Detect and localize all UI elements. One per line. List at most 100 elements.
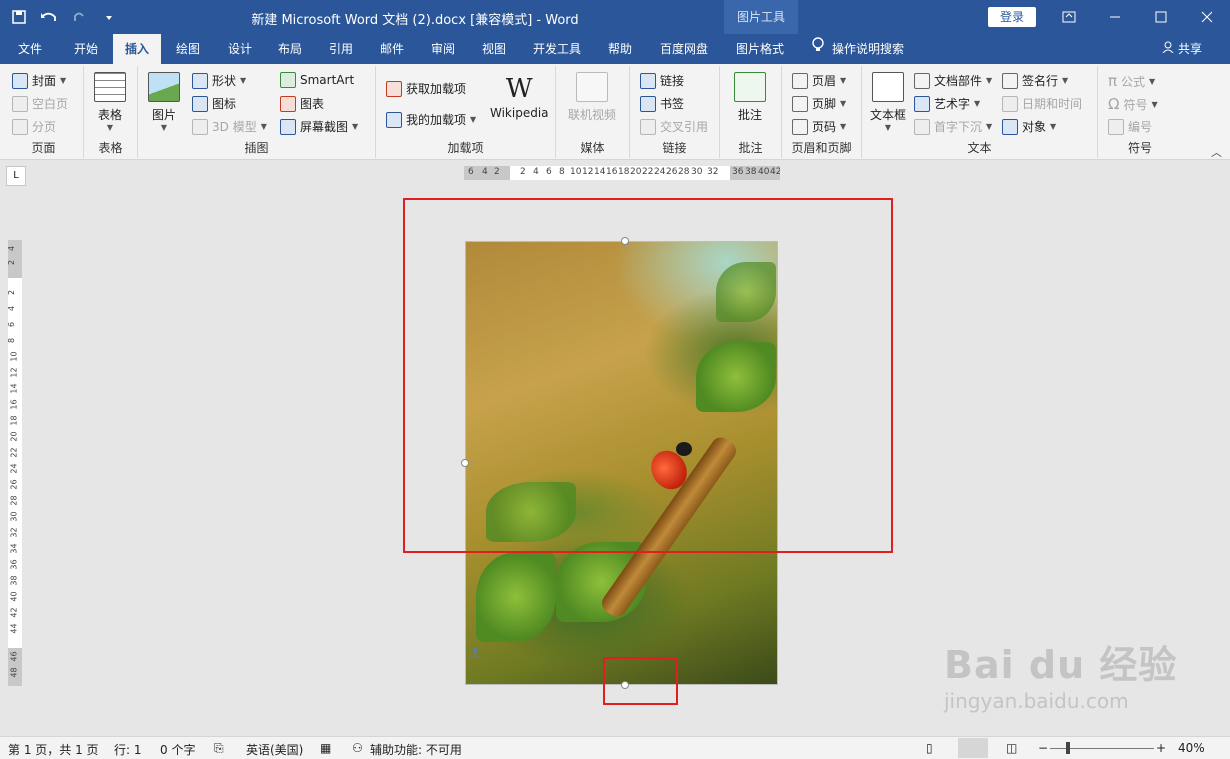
share-button[interactable]: 共享 — [1162, 34, 1202, 64]
my-addins-button[interactable]: 我的加载项 ▼ — [386, 111, 476, 128]
zoom-out-button[interactable]: − — [1038, 741, 1048, 755]
object-button[interactable]: 对象 ▼ — [1002, 118, 1056, 135]
ruler-tick: 2 — [7, 289, 17, 296]
tab-baidu-netdisk[interactable]: 百度网盘 — [650, 34, 718, 64]
chart-button[interactable]: 图表 — [280, 95, 324, 112]
close-icon[interactable] — [1184, 0, 1230, 34]
proofing-icon[interactable]: ⎘ — [214, 741, 224, 756]
ruler-tick: 26 — [9, 479, 19, 490]
ruler-tick: 12 — [582, 167, 594, 177]
accessibility-status[interactable]: 辅助功能: 不可用 — [370, 741, 462, 758]
ruler-tick: 2 — [7, 259, 17, 266]
ruler-tick: 6 — [468, 167, 474, 177]
tab-developer[interactable]: 开发工具 — [524, 34, 590, 64]
page-number-button[interactable]: 页码 ▼ — [792, 118, 846, 135]
cross-reference-button[interactable]: 交叉引用 — [640, 118, 708, 135]
page-break-label: 分页 — [32, 120, 57, 134]
zoom-slider-thumb[interactable] — [1066, 742, 1070, 754]
tab-file[interactable]: 文件 — [10, 34, 50, 64]
wordart-label: 艺术字 — [934, 97, 971, 111]
ruler-tick: 20 — [9, 431, 19, 442]
footer-label: 页脚 — [812, 97, 837, 111]
collapse-ribbon-icon[interactable]: ︿ — [1211, 144, 1222, 160]
online-video-button[interactable]: 联机视频 — [568, 72, 616, 123]
quick-parts-button[interactable]: 文档部件 ▼ — [914, 72, 992, 89]
page-count[interactable]: 第 1 页，共 1 页 — [8, 741, 99, 758]
smartart-button[interactable]: SmartArt — [280, 72, 354, 88]
ribbon-display-options-icon[interactable] — [1046, 0, 1092, 34]
word-count[interactable]: 0 个字 — [160, 741, 195, 758]
accessibility-icon: ⚇ — [352, 741, 363, 755]
login-button[interactable]: 登录 — [988, 7, 1036, 27]
web-layout-icon[interactable]: ◫ — [1006, 741, 1017, 755]
link-button[interactable]: 链接 — [640, 72, 684, 89]
ruler-tick: 22 — [9, 447, 19, 458]
get-addins-button[interactable]: 获取加载项 — [386, 80, 466, 97]
language[interactable]: 英语(美国) — [246, 741, 303, 758]
footer-button[interactable]: 页脚 ▼ — [792, 95, 846, 112]
video-icon — [576, 72, 608, 102]
tab-mailings[interactable]: 邮件 — [370, 34, 414, 64]
maximize-icon[interactable] — [1138, 0, 1184, 34]
tab-view[interactable]: 视图 — [472, 34, 516, 64]
equation-button[interactable]: π 公式 ▼ — [1108, 72, 1155, 90]
tab-help[interactable]: 帮助 — [598, 34, 642, 64]
tab-selector[interactable]: L — [6, 166, 26, 186]
ribbon-tabs: 文件 开始 插入 绘图 设计 布局 引用 邮件 审阅 视图 开发工具 帮助 百度… — [0, 34, 1230, 64]
wordart-button[interactable]: 艺术字 ▼ — [914, 95, 980, 112]
document-workspace: L 6 4 2 2 4 6 8 10 12 14 16 18 20 22 24 … — [0, 160, 1230, 736]
screenshot-button[interactable]: 屏幕截图 ▼ — [280, 118, 358, 135]
symbol-button[interactable]: Ω 符号 ▼ — [1108, 95, 1158, 113]
header-label: 页眉 — [812, 74, 837, 88]
date-time-button[interactable]: 日期和时间 — [1002, 95, 1082, 112]
horizontal-ruler[interactable]: 6 4 2 2 4 6 8 10 12 14 16 18 20 22 24 26… — [464, 166, 780, 180]
tab-references[interactable]: 引用 — [319, 34, 363, 64]
print-layout-icon[interactable] — [958, 738, 988, 758]
pictures-button[interactable]: 图片 ▼ — [148, 72, 180, 132]
icons-button[interactable]: 图标 — [192, 95, 236, 112]
tell-me-search[interactable]: 操作说明搜索 — [812, 34, 904, 64]
3d-models-button[interactable]: 3D 模型 ▼ — [192, 118, 267, 135]
drop-cap-button[interactable]: 首字下沉 ▼ — [914, 118, 992, 135]
bookmark-icon — [640, 95, 656, 112]
page-number-label: 页码 — [812, 120, 837, 134]
textbox-button[interactable]: 文本框 ▼ — [870, 72, 906, 132]
group-label-header-footer: 页眉和页脚 — [791, 141, 852, 155]
tab-home[interactable]: 开始 — [64, 34, 108, 64]
tab-review[interactable]: 审阅 — [421, 34, 465, 64]
chevron-down-icon: ▼ — [260, 122, 267, 131]
vertical-ruler[interactable]: 4 2 2 4 6 8 10 12 14 16 18 20 22 24 26 2… — [7, 240, 22, 686]
tab-layout[interactable]: 布局 — [268, 34, 312, 64]
group-pages: 封面 ▼ 空白页 分页 页面 — [4, 66, 84, 158]
group-label-addins: 加载项 — [447, 141, 484, 155]
zoom-level[interactable]: 40% — [1178, 741, 1205, 755]
signature-line-button[interactable]: 签名行 ▼ — [1002, 72, 1068, 89]
group-label-pages: 页面 — [31, 141, 56, 155]
ruler-tick: 40 — [758, 167, 770, 177]
wikipedia-button[interactable]: W Wikipedia — [490, 72, 549, 120]
tab-picture-format[interactable]: 图片格式 — [726, 34, 794, 64]
minimize-icon[interactable] — [1092, 0, 1138, 34]
chevron-down-icon: ▼ — [986, 122, 993, 131]
macro-icon[interactable]: ▦ — [320, 741, 331, 755]
header-button[interactable]: 页眉 ▼ — [792, 72, 846, 89]
group-header-footer: 页眉 ▼ 页脚 ▼ 页码 ▼ 页眉和页脚 — [782, 66, 862, 158]
share-label: 共享 — [1178, 42, 1203, 56]
shapes-button[interactable]: 形状 ▼ — [192, 72, 246, 89]
numbering-button[interactable]: 编号 — [1108, 118, 1152, 135]
tab-draw[interactable]: 绘图 — [166, 34, 210, 64]
tab-design[interactable]: 设计 — [218, 34, 262, 64]
zoom-in-button[interactable]: + — [1156, 741, 1166, 755]
ruler-tick: 26 — [666, 167, 678, 177]
tab-insert[interactable]: 插入 — [113, 34, 161, 64]
group-links: 链接 书签 交叉引用 链接 — [630, 66, 720, 158]
drop-cap-label: 首字下沉 — [934, 120, 983, 134]
page-break-button[interactable]: 分页 — [12, 118, 56, 135]
bookmark-button[interactable]: 书签 — [640, 95, 684, 112]
read-mode-icon[interactable]: ▯ — [926, 741, 933, 755]
blank-page-button[interactable]: 空白页 — [12, 95, 68, 112]
table-button[interactable]: 表格 ▼ — [94, 72, 126, 132]
cover-page-button[interactable]: 封面 ▼ — [12, 72, 66, 89]
group-text: 文本框 ▼ 文档部件 ▼ 艺术字 ▼ 首字下沉 ▼ 签名行 ▼ 日期和时间 对象 ▼ 文本 — [862, 66, 1098, 158]
comment-button[interactable]: 批注 — [734, 72, 766, 123]
